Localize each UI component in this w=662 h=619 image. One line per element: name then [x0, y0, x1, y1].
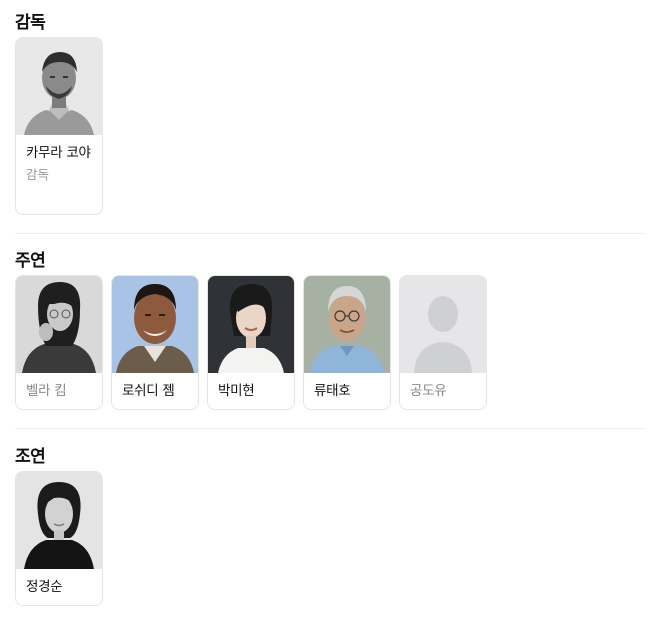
section-title-supporting-cast: 조연 [15, 447, 46, 467]
supporting-cast-section: 조연 정경순 [15, 446, 645, 611]
person-card-main-cast-1[interactable]: 벨라 킴 [15, 275, 103, 410]
person-name: 박미현 [218, 383, 255, 399]
person-name: 카무라 코야 [26, 145, 91, 161]
director-section: 감독 카무라 코야 감독 [15, 12, 645, 215]
person-card-main-cast-2[interactable]: 로쉬디 젬 [111, 275, 199, 410]
person-photo-icon [16, 472, 102, 569]
person-name: 류태호 [314, 383, 351, 399]
section-divider [15, 428, 645, 429]
person-photo-icon [112, 276, 198, 373]
person-name: 정경순 [26, 579, 63, 595]
person-name: 로쉬디 젬 [122, 383, 175, 399]
person-card-main-cast-5[interactable]: 공도유 [399, 275, 487, 410]
person-photo-icon [208, 276, 294, 373]
director-card-row: 카무라 코야 감독 [15, 37, 645, 215]
person-card-supporting-cast-1[interactable]: 정경순 [15, 471, 103, 606]
section-title-main-cast: 주연 [15, 251, 46, 271]
person-name: 벨라 킴 [26, 383, 67, 399]
section-title-director: 감독 [15, 13, 46, 33]
person-card-main-cast-3[interactable]: 박미현 [207, 275, 295, 410]
person-role: 감독 [26, 167, 50, 182]
person-card-main-cast-4[interactable]: 류태호 [303, 275, 391, 410]
main-cast-card-row: 벨라 킴 로쉬디 젬 박미현 류태호 공도유 [15, 275, 645, 415]
person-name: 공도유 [410, 383, 447, 399]
person-photo-icon [16, 38, 102, 135]
person-photo-icon [16, 276, 102, 373]
main-cast-section: 주연 벨라 킴 로쉬디 젬 박미현 류태호 공도유 [15, 250, 645, 415]
person-photo-icon [304, 276, 390, 373]
section-divider [15, 233, 645, 234]
supporting-cast-card-row: 정경순 [15, 471, 645, 611]
person-card-director[interactable]: 카무라 코야 감독 [15, 37, 103, 215]
person-placeholder-icon [400, 276, 486, 373]
